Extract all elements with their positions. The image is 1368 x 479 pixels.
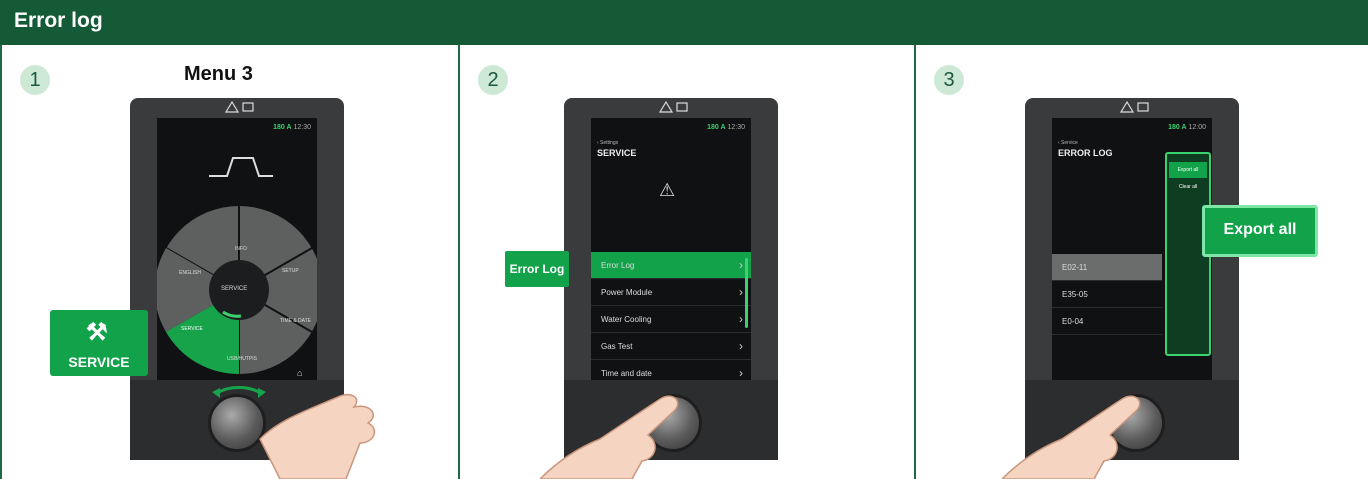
page-title: Error log <box>14 9 103 32</box>
popup-clear-all[interactable]: Clear all <box>1169 184 1207 190</box>
service-callout: ⚒ SERVICE <box>50 310 148 376</box>
wheel-item-time-date[interactable]: TIME & DATE <box>280 318 311 324</box>
scrollbar[interactable] <box>745 258 748 328</box>
warning-icon <box>130 98 344 116</box>
export-all-callout-label: Export all <box>1223 221 1297 238</box>
home-icon[interactable]: ⌂ <box>297 368 302 378</box>
wheel-center-label[interactable]: SERVICE <box>221 286 247 292</box>
warning-icon <box>1025 98 1239 116</box>
list-item-power-module[interactable]: Power Module › <box>591 279 751 306</box>
warning-icon <box>564 98 778 116</box>
step-number: 2 <box>478 65 508 95</box>
list-item-water-cooling[interactable]: Water Cooling › <box>591 306 751 333</box>
service-warning-icon: ⚠ <box>659 180 676 200</box>
screen-title: SERVICE <box>597 148 637 158</box>
step-panel-1: 1 Menu 3 180 A 12:30 SERVICE INFO SETUP … <box>0 45 458 479</box>
device-screen: 180 A 12:30 ‹ Settings SERVICE ⚠ Error L… <box>591 118 751 380</box>
screen-title: ERROR LOG <box>1058 148 1113 158</box>
back-link[interactable]: ‹ Settings <box>597 140 618 146</box>
export-all-callout: Export all <box>1202 205 1318 257</box>
hand-pointer-icon <box>540 395 679 479</box>
wheel-item-setup[interactable]: SETUP <box>282 268 299 274</box>
error-entry[interactable]: E0-04 <box>1052 308 1162 335</box>
step-panel-3: 3 180 A 12:00 ‹ Service ERROR LOG E02-11… <box>914 45 1368 479</box>
status-bar: 180 A 12:30 <box>707 124 745 131</box>
list-item-time-date[interactable]: Time and date › <box>591 360 751 380</box>
hand-pointer-icon <box>259 393 376 479</box>
back-link[interactable]: ‹ Service <box>1058 140 1078 146</box>
list-item-error-log[interactable]: Error Log › <box>591 252 751 279</box>
step-number: 1 <box>20 65 50 95</box>
list-item-gas-test[interactable]: Gas Test › <box>591 333 751 360</box>
wheel-item-service[interactable]: SERVICE <box>181 326 203 332</box>
service-callout-label: SERVICE <box>68 354 130 370</box>
error-entry[interactable]: E35-05 <box>1052 281 1162 308</box>
popup-export-all[interactable]: Export all <box>1169 162 1207 178</box>
error-entry[interactable]: E02-11 <box>1052 254 1162 281</box>
panel-title: Menu 3 <box>184 63 253 85</box>
device-screen: 180 A 12:00 ‹ Service ERROR LOG E02-11 E… <box>1052 118 1212 380</box>
header-bar: Error log <box>0 0 1368 45</box>
wheel-item-info[interactable]: INFO <box>235 246 247 252</box>
device-screen: 180 A 12:30 SERVICE INFO SETUP TIME & DA… <box>157 118 317 380</box>
status-bar: 180 A 12:00 <box>1168 124 1206 131</box>
wheel-item-english[interactable]: ENGLISH <box>179 270 201 276</box>
wheel-item-usb[interactable]: USB/HUTPIS <box>227 356 257 362</box>
step-panel-2: 2 180 A 12:30 ‹ Settings SERVICE ⚠ Error… <box>458 45 914 479</box>
error-log-callout: Error Log <box>505 251 569 287</box>
service-tools-icon: ⚒ <box>86 319 108 346</box>
error-log-callout-label: Error Log <box>509 262 565 276</box>
step-number: 3 <box>934 65 964 95</box>
hand-pointer-icon <box>1002 395 1141 479</box>
